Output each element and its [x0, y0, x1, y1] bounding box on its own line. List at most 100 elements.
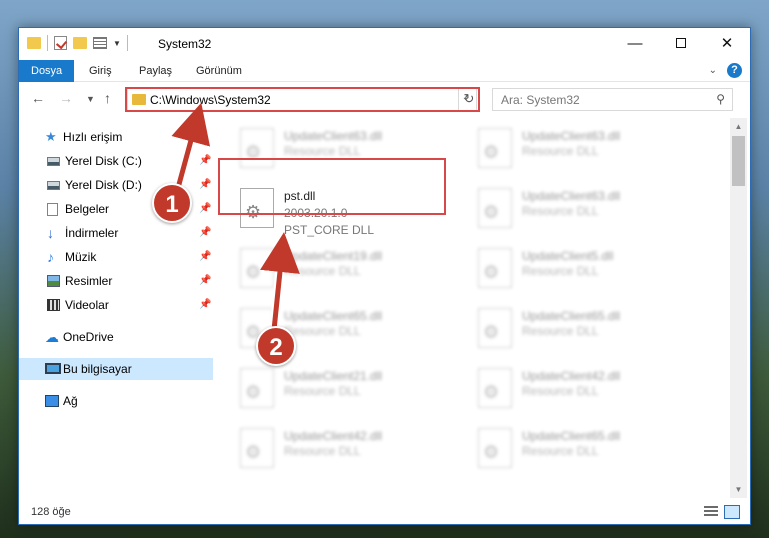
sidebar-item-label: Bu bilgisayar — [63, 362, 132, 376]
toolbar-divider — [126, 35, 128, 51]
file-name: UpdateClient19.dll — [284, 249, 383, 263]
scrollbar-thumb[interactable] — [732, 136, 745, 186]
search-placeholder: Ara: System32 — [501, 93, 580, 107]
pin-icon[interactable]: 📌 — [199, 222, 211, 244]
tab-home[interactable]: Giriş — [77, 60, 124, 82]
file-type: Resource DLL — [522, 144, 599, 158]
file-description: PST_CORE DLL — [284, 223, 375, 237]
dll-file-icon: ⚙ — [240, 188, 274, 228]
star-icon: ★ — [45, 129, 57, 144]
sidebar-item-local-disk-c[interactable]: Yerel Disk (C:) 📌 — [19, 150, 213, 172]
dll-file-icon: ⚙ — [478, 248, 512, 288]
properties-check-icon[interactable] — [54, 36, 67, 50]
file-item[interactable]: ⚙ UpdateClient21.dll Resource DLL — [238, 362, 468, 418]
sidebar-item-onedrive[interactable]: ☁ OneDrive — [19, 326, 213, 348]
dll-file-icon: ⚙ — [240, 428, 274, 468]
sidebar-item-downloads[interactable]: ↓ İndirmeler 📌 — [19, 222, 213, 244]
file-item[interactable]: ⚙ UpdateClient65.dll Resource DLL — [476, 422, 706, 478]
pin-icon[interactable]: 📌 — [199, 174, 211, 196]
forward-button[interactable]: → — [59, 90, 73, 106]
gear-icon: ⚙ — [483, 442, 500, 462]
tab-view[interactable]: Görünüm — [184, 60, 254, 82]
gear-icon: ⚙ — [483, 262, 500, 282]
sidebar-item-label: Ağ — [63, 394, 78, 408]
file-item[interactable]: ⚙ UpdateClient5.dll Resource DLL — [476, 242, 706, 298]
sidebar-item-this-pc[interactable]: Bu bilgisayar — [19, 358, 213, 380]
properties-icon[interactable] — [93, 37, 107, 49]
address-path[interactable]: C:\Windows\System32 — [150, 93, 271, 107]
sidebar-item-videos[interactable]: Videolar 📌 — [19, 294, 213, 316]
file-type: Resource DLL — [284, 264, 361, 278]
step-marker-1: 1 — [152, 183, 192, 223]
sidebar-item-label: Müzik — [65, 250, 97, 264]
tiles-view-icon[interactable] — [724, 505, 740, 519]
gear-icon: ⚙ — [245, 382, 262, 402]
search-box[interactable]: Ara: System32 ⚲ — [492, 88, 733, 111]
computer-icon — [45, 363, 61, 374]
help-icon[interactable]: ? — [727, 63, 742, 78]
toolbar-divider — [47, 35, 48, 51]
file-item[interactable]: ⚙ UpdateClient42.dll Resource DLL — [238, 422, 468, 478]
minimize-button[interactable]: — — [612, 28, 658, 58]
details-view-icon[interactable] — [704, 506, 718, 518]
cloud-icon: ☁ — [45, 329, 59, 345]
close-button[interactable]: ✕ — [704, 28, 750, 58]
pin-icon[interactable]: 📌 — [199, 150, 211, 172]
navigation-bar: ← → ▼ ↑ C:\Windows\System32 ⌄ ↻ Ara: Sys… — [19, 84, 750, 114]
up-button[interactable]: ↑ — [104, 90, 111, 106]
title-bar: ▼ System32 — ✕ — [19, 28, 750, 60]
expand-ribbon-icon[interactable]: ⌄ — [709, 65, 717, 76]
tab-share[interactable]: Paylaş — [127, 60, 184, 82]
downloads-icon: ↓ — [47, 225, 54, 241]
gear-icon: ⚙ — [245, 142, 262, 162]
file-type: Resource DLL — [284, 444, 361, 458]
sidebar-item-label: Hızlı erişim — [63, 130, 123, 144]
sidebar-item-label: Yerel Disk (D:) — [65, 178, 142, 192]
file-type: Resource DLL — [522, 204, 599, 218]
gear-icon: ⚙ — [483, 322, 500, 342]
scroll-up-icon[interactable]: ▲ — [730, 118, 747, 135]
file-item[interactable]: ⚙ UpdateClient63.dll Resource DLL — [476, 182, 706, 238]
back-button[interactable]: ← — [31, 90, 45, 106]
file-type: Resource DLL — [522, 264, 599, 278]
search-icon[interactable]: ⚲ — [716, 92, 725, 106]
pin-icon[interactable]: 📌 — [199, 246, 211, 268]
file-type: Resource DLL — [284, 384, 361, 398]
file-item[interactable]: ⚙ UpdateClient63.dll Resource DLL — [238, 122, 468, 178]
file-version: 2003.20.1.0 — [284, 206, 348, 220]
dll-file-icon: ⚙ — [240, 128, 274, 168]
pin-icon[interactable]: 📌 — [199, 270, 211, 292]
sidebar-item-quick-access[interactable]: ★ Hızlı erişim — [19, 126, 213, 148]
file-item[interactable]: ⚙ UpdateClient19.dll Resource DLL — [238, 242, 468, 298]
gear-icon: ⚙ — [483, 382, 500, 402]
scroll-down-icon[interactable]: ▼ — [730, 481, 747, 498]
network-icon — [45, 395, 59, 407]
refresh-button[interactable]: ↻ — [458, 88, 479, 111]
explorer-window: ▼ System32 — ✕ Dosya Giriş Paylaş Görünü… — [18, 27, 751, 525]
dll-file-icon: ⚙ — [478, 368, 512, 408]
address-bar[interactable]: C:\Windows\System32 ⌄ — [127, 88, 477, 111]
recent-locations-dropdown[interactable]: ▼ — [86, 94, 95, 104]
sidebar-item-label: Yerel Disk (C:) — [65, 154, 142, 168]
file-item[interactable]: ⚙ UpdateClient63.dll Resource DLL — [476, 122, 706, 178]
new-folder-icon[interactable] — [73, 37, 87, 49]
maximize-button[interactable] — [658, 28, 704, 58]
file-type: Resource DLL — [522, 324, 599, 338]
pin-icon[interactable]: 📌 — [199, 198, 211, 220]
sidebar-item-label: OneDrive — [63, 330, 114, 344]
file-type: Resource DLL — [522, 444, 599, 458]
file-item[interactable]: ⚙ UpdateClient65.dll Resource DLL — [476, 302, 706, 358]
file-list: ⚙ UpdateClient63.dll Resource DLL ⚙ pst.… — [224, 118, 730, 498]
file-name: UpdateClient42.dll — [522, 369, 621, 383]
pin-icon[interactable]: 📌 — [199, 294, 211, 316]
file-item[interactable]: ⚙ UpdateClient42.dll Resource DLL — [476, 362, 706, 418]
sidebar-item-pictures[interactable]: Resimler 📌 — [19, 270, 213, 292]
vertical-scrollbar[interactable]: ▲ ▼ — [730, 118, 747, 498]
file-name: UpdateClient63.dll — [284, 129, 383, 143]
customize-dropdown-icon[interactable]: ▼ — [113, 39, 121, 48]
tab-file[interactable]: Dosya — [19, 60, 75, 82]
sidebar-item-music[interactable]: ♪ Müzik 📌 — [19, 246, 213, 268]
file-name: UpdateClient63.dll — [522, 129, 621, 143]
file-item-pst-dll[interactable]: ⚙ pst.dll 2003.20.1.0 PST_CORE DLL — [238, 182, 468, 238]
sidebar-item-network[interactable]: Ağ — [19, 390, 213, 412]
